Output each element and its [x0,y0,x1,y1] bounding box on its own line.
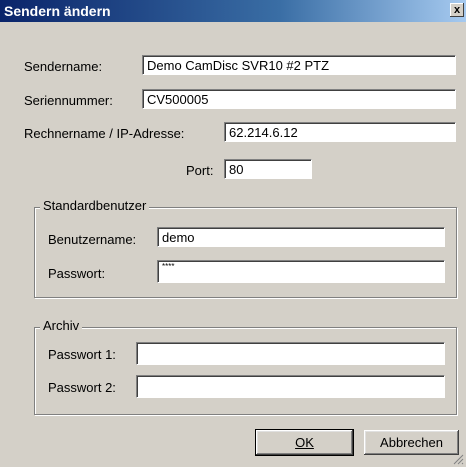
archiv-group [34,327,457,415]
title-bar[interactable]: Sendern ändern x [0,0,466,22]
window-title: Sendern ändern [4,3,111,19]
benutzername-input[interactable]: demo [157,227,445,247]
archiv-legend: Archiv [40,318,83,333]
standardbenutzer-legend: Standardbenutzer [40,198,150,213]
ok-button-label: OK [295,435,314,450]
sendername-input[interactable]: Demo CamDisc SVR10 #2 PTZ [142,55,456,75]
passwort1-input[interactable] [136,342,445,365]
passwort-label: Passwort: [48,266,106,281]
resize-grip-icon[interactable] [452,453,464,465]
port-input[interactable]: 80 [224,159,312,179]
rechnername-label: Rechnername / IP-Adresse: [24,126,185,141]
port-label: Port: [186,163,214,178]
passwort2-input[interactable] [136,375,445,398]
rechnername-input[interactable]: 62.214.6.12 [224,122,456,142]
passwort-input[interactable]: **** [157,260,445,283]
sendername-label: Sendername: [24,59,103,74]
standardbenutzer-group [34,207,457,298]
passwort2-label: Passwort 2: [48,380,116,395]
close-icon: x [453,4,461,16]
seriennummer-label: Seriennummer: [24,93,113,108]
abbrechen-button[interactable]: Abbrechen [364,430,459,455]
benutzername-label: Benutzername: [48,232,137,247]
seriennummer-input[interactable]: CV500005 [142,89,456,109]
ok-button[interactable]: OK [255,429,354,456]
close-button[interactable]: x [450,3,464,17]
passwort1-label: Passwort 1: [48,347,116,362]
abbrechen-button-label: Abbrechen [380,435,443,450]
